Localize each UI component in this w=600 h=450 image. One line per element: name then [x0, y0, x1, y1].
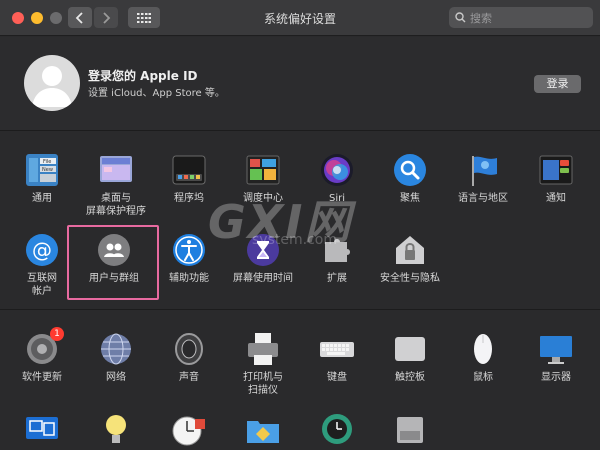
pane-label: 桌面与 屏幕保护程序 — [86, 193, 146, 217]
chevron-left-icon — [75, 11, 83, 24]
time-machine-icon — [319, 411, 355, 447]
pane-label: 触控板 — [395, 372, 425, 383]
watermark: GXI网 system.com — [208, 186, 398, 256]
pane-label: 辅助功能 — [169, 273, 209, 284]
pane-label: 声音 — [179, 372, 199, 383]
pane-mouse[interactable]: 鼠标 — [449, 331, 517, 384]
apple-id-section: 登录您的 Apple ID 设置 iCloud、App Store 等。 登录 — [0, 37, 600, 131]
svg-text:New: New — [42, 167, 53, 173]
trackpad-icon — [392, 331, 428, 367]
pane-label: 打印机与 扫描仪 — [243, 372, 283, 396]
date-time-icon — [171, 411, 207, 447]
pane-label: 屏幕使用时间 — [233, 273, 293, 284]
sidecar-icon — [24, 411, 60, 447]
network-icon — [98, 331, 134, 367]
zoom-button[interactable] — [50, 12, 62, 24]
pane-label: 网络 — [106, 372, 126, 383]
search-placeholder: 搜索 — [470, 11, 492, 25]
pane-time-machine[interactable] — [303, 411, 371, 447]
siri-icon — [319, 152, 355, 188]
keyboard-icon — [319, 331, 355, 367]
watermark-subtext: system.com — [252, 232, 337, 248]
pane-label: 显示器 — [541, 372, 571, 383]
sound-icon — [171, 331, 207, 367]
pane-date-time[interactable] — [155, 411, 223, 447]
close-button[interactable] — [12, 12, 24, 24]
svg-text:@: @ — [32, 238, 52, 262]
pane-displays[interactable]: 显示器 — [522, 331, 590, 384]
back-button[interactable] — [68, 7, 92, 28]
highlight-frame — [67, 225, 159, 300]
pane-sound[interactable]: 声音 — [155, 331, 223, 384]
pane-sharing[interactable] — [229, 411, 297, 447]
hardware-prefs-section: 1 软件更新 网络 声音 打印机与 扫描仪 键盘 触控板 鼠标 显示器 — [0, 311, 600, 450]
mission-control-icon — [245, 152, 281, 188]
desktop-icon — [98, 152, 134, 188]
window-title: 系统偏好设置 — [263, 12, 336, 26]
pane-language[interactable]: 语言与地区 — [449, 152, 517, 205]
pane-label: 安全性与隐私 — [380, 273, 440, 284]
spotlight-icon — [392, 152, 428, 188]
pane-label: 通用 — [32, 193, 52, 204]
pane-trackpad[interactable]: 触控板 — [376, 331, 444, 384]
pane-label: 鼠标 — [473, 372, 493, 383]
pane-startup-disk[interactable] — [376, 411, 444, 447]
apple-id-subtitle: 设置 iCloud、App Store 等。 — [88, 88, 225, 99]
internet-accounts-icon: @ — [24, 232, 60, 268]
search-field[interactable]: 搜索 — [449, 7, 593, 28]
svg-text:File: File — [43, 159, 51, 165]
minimize-button[interactable] — [31, 12, 43, 24]
login-button[interactable]: 登录 — [534, 75, 581, 93]
pane-energy-saver[interactable] — [82, 411, 150, 447]
pane-general[interactable]: File New 通用 — [8, 152, 76, 205]
avatar[interactable] — [24, 55, 80, 111]
show-all-button[interactable] — [128, 7, 160, 28]
pane-label: 键盘 — [327, 372, 347, 383]
pane-label: 扩展 — [327, 273, 347, 284]
language-icon — [465, 152, 501, 188]
software-update-icon: 1 — [24, 327, 64, 367]
sharing-icon — [245, 411, 281, 447]
pane-label: 软件更新 — [22, 372, 62, 383]
pane-label: 通知 — [546, 193, 566, 204]
display-icon — [538, 331, 574, 367]
pane-label: 互联网 帐户 — [27, 273, 57, 297]
dock-icon — [171, 152, 207, 188]
printer-icon — [245, 331, 281, 367]
general-icon: File New — [24, 152, 60, 188]
pane-desktop[interactable]: 桌面与 屏幕保护程序 — [82, 152, 150, 218]
pane-notifications[interactable]: 通知 — [522, 152, 590, 205]
pane-sidecar[interactable] — [8, 411, 76, 447]
accessibility-icon — [171, 232, 207, 268]
grid-icon — [137, 12, 151, 23]
apple-id-title: 登录您的 Apple ID — [88, 69, 198, 83]
notifications-icon — [538, 152, 574, 188]
search-icon — [455, 12, 466, 23]
pane-network[interactable]: 网络 — [82, 331, 150, 384]
energy-saver-icon — [98, 411, 134, 447]
startup-disk-icon — [392, 411, 428, 447]
forward-button[interactable] — [94, 7, 118, 28]
pane-internet-accounts[interactable]: @ 互联网 帐户 — [8, 232, 76, 298]
user-silhouette-icon — [32, 66, 72, 107]
pane-keyboard[interactable]: 键盘 — [303, 331, 371, 384]
pane-software-update[interactable]: 1 软件更新 — [8, 327, 76, 384]
title-bar: 系统偏好设置 搜索 — [0, 0, 600, 36]
chevron-right-icon — [103, 11, 111, 24]
update-count-badge: 1 — [50, 327, 64, 341]
pane-printers[interactable]: 打印机与 扫描仪 — [229, 331, 297, 397]
mouse-icon — [465, 331, 501, 367]
pane-label: 语言与地区 — [458, 193, 508, 204]
